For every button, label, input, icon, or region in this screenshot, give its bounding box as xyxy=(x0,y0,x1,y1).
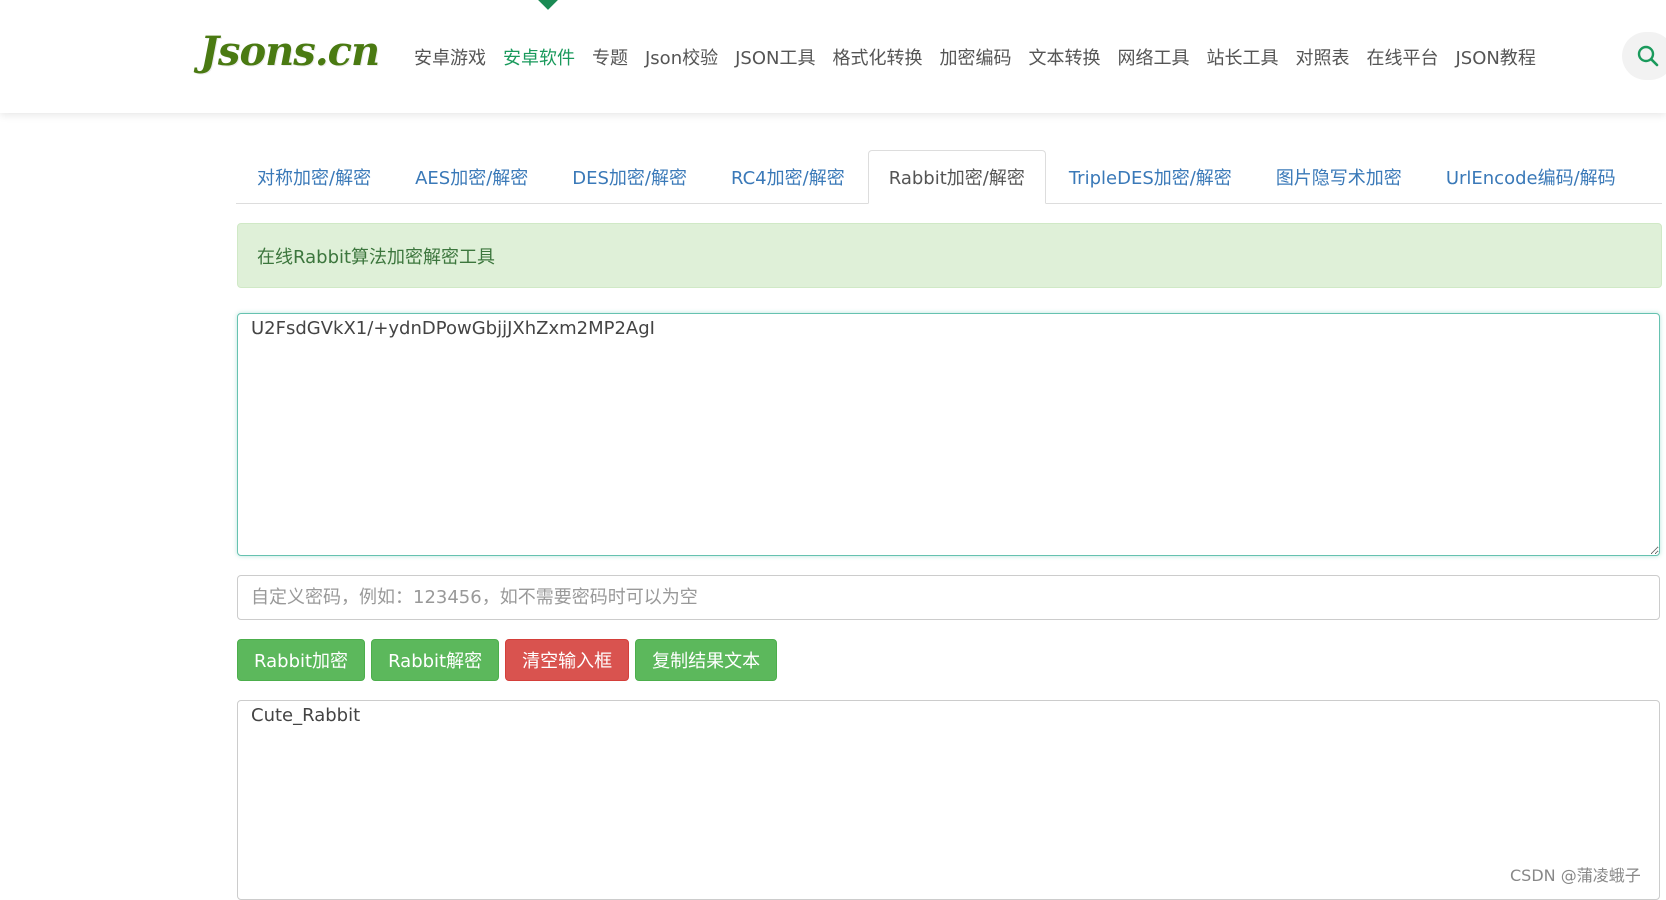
rabbit-encrypt-button[interactable]: Rabbit加密 xyxy=(237,639,366,681)
search-button[interactable] xyxy=(1622,32,1666,80)
rabbit-decrypt-button[interactable]: Rabbit解密 xyxy=(371,639,500,681)
nav-item-android-software[interactable]: 安卓软件 xyxy=(503,44,575,70)
site-logo[interactable]: Jsons.cn xyxy=(200,28,380,75)
input-textarea[interactable]: U2FsdGVkX1/+ydnDPowGbjjJXhZxm2MP2AgI xyxy=(237,313,1660,556)
nav-item-text-convert[interactable]: 文本转换 xyxy=(1028,44,1100,70)
tool-description-alert: 在线Rabbit算法加密解密工具 xyxy=(237,223,1662,288)
copy-result-button[interactable]: 复制结果文本 xyxy=(635,639,778,681)
tab-rabbit[interactable]: Rabbit加密/解密 xyxy=(867,150,1046,204)
tab-rc4[interactable]: RC4加密/解密 xyxy=(710,150,866,203)
nav-item-json-tools[interactable]: JSON工具 xyxy=(735,44,815,70)
nav-item-android-games[interactable]: 安卓游戏 xyxy=(414,44,486,70)
nav-item-network-tools[interactable]: 网络工具 xyxy=(1117,44,1189,70)
nav-item-format-convert[interactable]: 格式化转换 xyxy=(832,44,922,70)
search-icon xyxy=(1637,45,1659,67)
nav-item-json-validate[interactable]: Json校验 xyxy=(645,44,718,70)
nav-item-webmaster-tools[interactable]: 站长工具 xyxy=(1206,44,1278,70)
tab-tripledes[interactable]: TripleDES加密/解密 xyxy=(1048,150,1253,203)
tab-urlencode[interactable]: UrlEncode编码/解码 xyxy=(1425,150,1637,203)
tab-symmetric[interactable]: 对称加密/解密 xyxy=(236,150,392,203)
nav-item-encrypt-encode[interactable]: 加密编码 xyxy=(939,44,1011,70)
main-nav: 安卓游戏 安卓软件 专题 Json校验 JSON工具 格式化转换 加密编码 文本… xyxy=(414,0,1553,113)
action-buttons: Rabbit加密 Rabbit解密 清空输入框 复制结果文本 xyxy=(237,639,778,681)
clear-input-button[interactable]: 清空输入框 xyxy=(505,639,630,681)
nav-item-topics[interactable]: 专题 xyxy=(592,44,628,70)
site-header: Jsons.cn 安卓游戏 安卓软件 专题 Json校验 JSON工具 格式化转… xyxy=(0,0,1666,113)
tab-image-steganography[interactable]: 图片隐写术加密 xyxy=(1255,150,1423,203)
nav-item-reference-tables[interactable]: 对照表 xyxy=(1295,44,1349,70)
nav-item-online-platform[interactable]: 在线平台 xyxy=(1366,44,1438,70)
password-input[interactable] xyxy=(237,575,1660,620)
csdn-watermark: CSDN @蒲凌蛾子 xyxy=(1510,866,1641,885)
tool-tabs: 对称加密/解密 AES加密/解密 DES加密/解密 RC4加密/解密 Rabbi… xyxy=(236,150,1662,204)
nav-item-json-tutorial[interactable]: JSON教程 xyxy=(1455,44,1535,70)
tab-aes[interactable]: AES加密/解密 xyxy=(394,150,549,203)
tab-des[interactable]: DES加密/解密 xyxy=(551,150,708,203)
output-textarea[interactable]: Cute_Rabbit xyxy=(237,700,1660,900)
